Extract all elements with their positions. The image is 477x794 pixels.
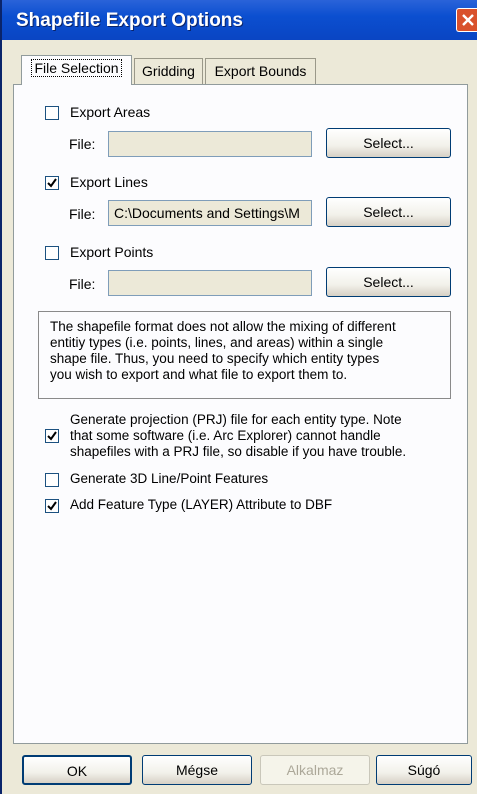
export-areas-select-button[interactable]: Select... [326, 128, 451, 158]
export-areas-label[interactable]: Export Areas [70, 104, 150, 120]
tab-file-selection[interactable]: File Selection [21, 55, 132, 85]
export-points-select-button[interactable]: Select... [326, 267, 451, 297]
ok-button[interactable]: OK [22, 755, 132, 785]
export-areas-file-field[interactable] [108, 131, 312, 157]
dialog-window: Shapefile Export Options File Selection … [0, 0, 477, 794]
export-lines-select-button[interactable]: Select... [326, 197, 451, 227]
note-line: shape file. Thus, you need to specify wh… [50, 351, 380, 366]
tab-gridding[interactable]: Gridding [134, 58, 203, 84]
note-line: The shapefile format does not allow the … [50, 319, 396, 334]
apply-button[interactable]: Alkalmaz [260, 755, 370, 785]
note-line: entitiy types (i.e. points, lines, and a… [50, 335, 384, 350]
tab-export-bounds-label: Export Bounds [214, 63, 307, 79]
export-lines-checkbox[interactable] [45, 176, 59, 190]
prj-label[interactable]: Generate projection (PRJ) file for each … [70, 412, 406, 460]
cancel-button[interactable]: Mégse [142, 755, 252, 785]
layer-attribute-label[interactable]: Add Feature Type (LAYER) Attribute to DB… [70, 497, 332, 512]
export-points-checkbox[interactable] [45, 246, 59, 260]
export-lines-file-label: File: [69, 206, 96, 222]
tab-gridding-label: Gridding [142, 63, 195, 79]
help-button[interactable]: Súgó [376, 755, 472, 785]
export-points-label[interactable]: Export Points [70, 244, 153, 260]
tab-export-bounds[interactable]: Export Bounds [205, 58, 316, 84]
export-areas-file-label: File: [69, 136, 96, 152]
layer-attribute-checkbox[interactable] [45, 499, 59, 513]
export-lines-label[interactable]: Export Lines [70, 174, 148, 190]
info-note: The shapefile format does not allow the … [38, 311, 451, 399]
prj-label-line: Generate projection (PRJ) file for each … [70, 412, 402, 427]
3d-features-checkbox[interactable] [45, 473, 59, 487]
prj-label-line: shapefiles with a PRJ file, so disable i… [70, 444, 407, 459]
export-points-file-field[interactable] [108, 270, 312, 296]
prj-label-line: that some software (i.e. Arc Explorer) c… [70, 428, 381, 443]
prj-checkbox[interactable] [45, 429, 59, 443]
title-bar[interactable]: Shapefile Export Options [2, 0, 477, 40]
window-title: Shapefile Export Options [16, 10, 243, 31]
tab-file-selection-label: File Selection [31, 59, 122, 77]
export-lines-file-field[interactable]: C:\Documents and Settings\M [108, 200, 312, 226]
export-points-file-label: File: [69, 276, 96, 292]
note-line: you wish to export and what file to expo… [50, 367, 348, 382]
close-button[interactable] [456, 8, 477, 32]
export-areas-checkbox[interactable] [45, 106, 59, 120]
3d-features-label[interactable]: Generate 3D Line/Point Features [70, 471, 268, 486]
